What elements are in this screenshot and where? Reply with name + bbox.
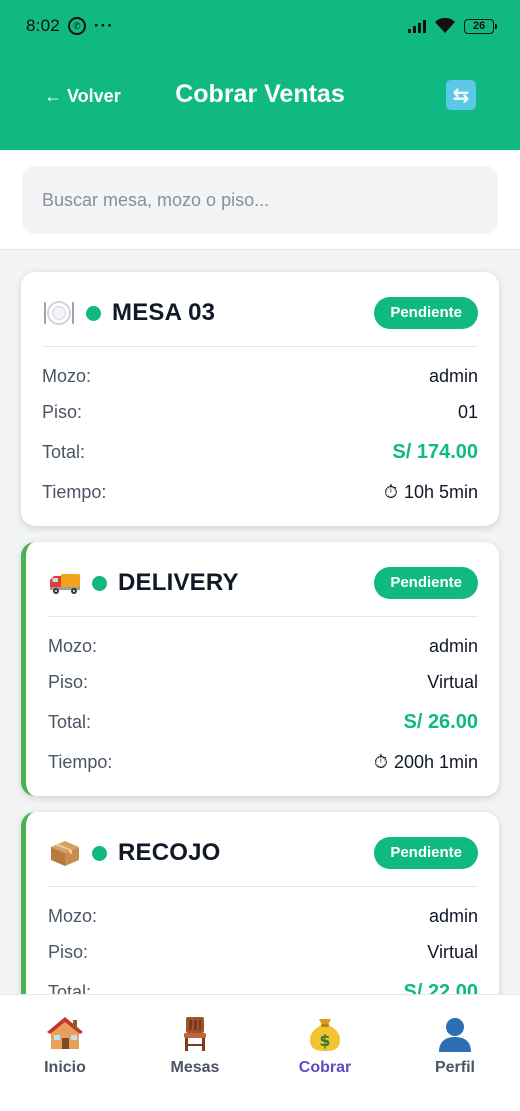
whatsapp-icon: ✆ bbox=[67, 17, 86, 35]
nav-item-cobrar[interactable]: $ Cobrar bbox=[260, 995, 390, 1111]
tiempo-label: Tiempo: bbox=[48, 751, 113, 772]
house-icon bbox=[46, 1015, 84, 1053]
piso-value: Virtual bbox=[427, 941, 478, 962]
divider bbox=[47, 616, 478, 617]
bottom-nav: Inicio Mesas $ Cobrar Perfil bbox=[0, 994, 520, 1111]
card-header: MESA 03 Pendiente bbox=[42, 296, 478, 330]
nav-item-inicio[interactable]: Inicio bbox=[0, 995, 130, 1111]
piso-row: Piso: 01 bbox=[42, 399, 478, 425]
battery-level: 26 bbox=[472, 20, 486, 32]
total-row: Total: S/ 174.00 bbox=[42, 439, 478, 465]
mozo-value: admin bbox=[428, 365, 478, 386]
divider bbox=[42, 346, 478, 347]
status-badge: Pendiente bbox=[374, 297, 478, 329]
tiempo-value-wrap: ⏱ 10h 5min bbox=[384, 482, 478, 503]
tiempo-value: 10h 5min bbox=[403, 481, 478, 502]
signal-icon bbox=[408, 19, 426, 33]
mozo-row: Mozo: admin bbox=[48, 633, 478, 659]
stopwatch-icon: ⏱ bbox=[373, 751, 388, 773]
page-title: Cobrar Ventas bbox=[175, 80, 345, 108]
status-dot bbox=[92, 845, 107, 861]
tiempo-row: Tiempo: ⏱ 200h 1min bbox=[48, 749, 478, 775]
mozo-value: admin bbox=[428, 905, 478, 926]
app-header: ← Volver Cobrar Ventas ⇆ bbox=[0, 52, 520, 150]
card-header: DELIVERY Pendiente bbox=[48, 566, 478, 600]
status-badge: Pendiente bbox=[374, 837, 478, 869]
card-header: RECOJO Pendiente bbox=[48, 836, 478, 870]
piso-value: 01 bbox=[457, 401, 478, 422]
total-label: Total: bbox=[42, 441, 86, 462]
user-icon bbox=[436, 1015, 474, 1053]
piso-label: Piso: bbox=[48, 941, 89, 962]
card-title: DELIVERY bbox=[118, 569, 239, 596]
mozo-label: Mozo: bbox=[42, 365, 92, 386]
status-dot bbox=[86, 305, 101, 321]
piso-row: Piso: Virtual bbox=[48, 939, 478, 965]
mozo-row: Mozo: admin bbox=[48, 903, 478, 929]
status-badge: Pendiente bbox=[374, 567, 478, 599]
money-bag-icon: $ bbox=[306, 1015, 344, 1053]
mozo-value: admin bbox=[428, 635, 478, 656]
nav-label: Inicio bbox=[44, 1059, 86, 1076]
total-value: S/ 174.00 bbox=[392, 440, 478, 463]
tiempo-value: 200h 1min bbox=[393, 751, 478, 772]
tiempo-value-wrap: ⏱ 200h 1min bbox=[374, 752, 478, 773]
status-time: 8:02 bbox=[26, 16, 60, 35]
nav-label: Perfil bbox=[434, 1059, 475, 1076]
svg-text:$: $ bbox=[319, 1031, 330, 1050]
total-value: S/ 26.00 bbox=[403, 710, 478, 733]
nav-item-mesas[interactable]: Mesas bbox=[130, 995, 260, 1111]
status-dot bbox=[92, 575, 107, 591]
chair-icon bbox=[176, 1015, 214, 1053]
stopwatch-icon: ⏱ bbox=[383, 481, 398, 503]
nav-label: Mesas bbox=[170, 1059, 220, 1076]
total-label: Total: bbox=[48, 711, 92, 732]
total-row: Total: S/ 26.00 bbox=[48, 709, 478, 735]
status-bar: 8:02 ✆ ··· 26 bbox=[0, 0, 520, 52]
box-icon bbox=[48, 838, 82, 868]
refresh-icon: ⇆ bbox=[452, 83, 470, 107]
card-title: RECOJO bbox=[118, 839, 221, 866]
divider bbox=[47, 886, 478, 887]
search-bar bbox=[0, 150, 520, 250]
piso-label: Piso: bbox=[48, 671, 89, 692]
truck-icon bbox=[48, 569, 82, 597]
tiempo-label: Tiempo: bbox=[42, 481, 107, 502]
piso-value: Virtual bbox=[427, 671, 478, 692]
mozo-label: Mozo: bbox=[48, 635, 98, 656]
mozo-label: Mozo: bbox=[48, 905, 98, 926]
piso-row: Piso: Virtual bbox=[48, 669, 478, 695]
search-input[interactable] bbox=[22, 166, 498, 234]
sale-card-mesa-03[interactable]: MESA 03 Pendiente Mozo: admin Piso: 01 T… bbox=[21, 272, 499, 526]
battery-icon: 26 bbox=[464, 18, 497, 34]
card-title: MESA 03 bbox=[112, 299, 216, 326]
piso-label: Piso: bbox=[42, 401, 83, 422]
sale-card-delivery[interactable]: DELIVERY Pendiente Mozo: admin Piso: Vir… bbox=[21, 542, 499, 796]
refresh-button[interactable]: ⇆ bbox=[446, 80, 476, 110]
more-notifications-icon: ··· bbox=[93, 16, 114, 35]
nav-label: Cobrar bbox=[298, 1059, 352, 1076]
tiempo-row: Tiempo: ⏱ 10h 5min bbox=[42, 479, 478, 505]
plate-icon bbox=[42, 299, 76, 327]
mozo-row: Mozo: admin bbox=[42, 363, 478, 389]
wifi-icon bbox=[434, 17, 456, 34]
nav-item-perfil[interactable]: Perfil bbox=[390, 995, 520, 1111]
